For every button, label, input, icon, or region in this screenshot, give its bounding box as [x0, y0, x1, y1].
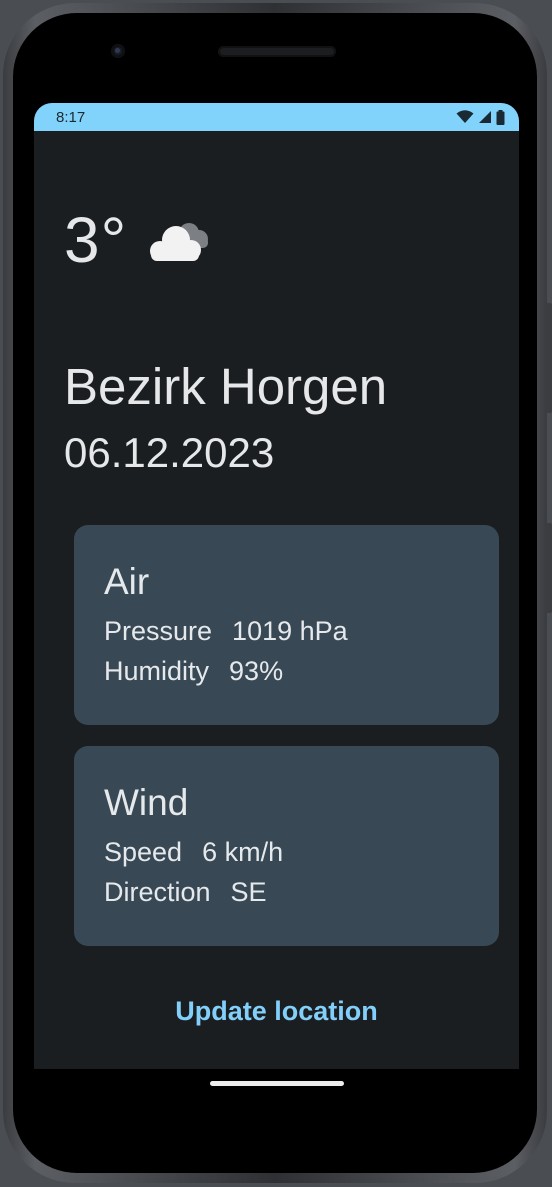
status-icons: [456, 109, 505, 125]
speed-label: Speed: [104, 837, 183, 867]
air-card-title: Air: [104, 561, 150, 602]
direction-label: Direction: [104, 877, 211, 907]
speed-value: 6 km/h: [202, 837, 284, 867]
update-location-button[interactable]: Update location: [34, 991, 519, 1031]
volume-button: [546, 303, 552, 413]
cloud-icon: [150, 223, 209, 261]
device-body: 8:17 3° Bezirk Horgen 06.12.2023 Air Pre…: [13, 13, 537, 1173]
power-button: [546, 523, 552, 613]
temperature-row: 3°: [64, 205, 213, 275]
pressure-value: 1019 hPa: [232, 616, 348, 646]
device-frame: 8:17 3° Bezirk Horgen 06.12.2023 Air Pre…: [3, 3, 552, 1183]
wind-card: Wind Speed 6 km/h Direction SE: [74, 746, 499, 946]
pressure-label: Pressure: [104, 616, 213, 646]
forecast-date: 06.12.2023: [64, 429, 275, 476]
direction-row: Direction SE: [104, 872, 469, 912]
air-card: Air Pressure 1019 hPa Humidity 93%: [74, 525, 499, 725]
temperature: 3°: [64, 204, 128, 276]
status-bar: 8:17: [34, 103, 519, 131]
status-time: 8:17: [56, 108, 86, 126]
battery-icon: [496, 109, 505, 125]
wifi-icon: [456, 110, 474, 123]
humidity-row: Humidity 93%: [104, 651, 469, 691]
earpiece-speaker: [218, 46, 336, 57]
location-name: Bezirk Horgen: [64, 358, 388, 415]
humidity-value: 93%: [229, 656, 284, 686]
home-indicator[interactable]: [210, 1081, 344, 1086]
direction-value: SE: [230, 877, 267, 907]
humidity-label: Humidity: [104, 656, 210, 686]
pressure-row: Pressure 1019 hPa: [104, 611, 469, 651]
speed-row: Speed 6 km/h: [104, 832, 469, 872]
app-screen: 8:17 3° Bezirk Horgen 06.12.2023 Air Pre…: [34, 103, 519, 1069]
wind-card-title: Wind: [104, 782, 189, 823]
front-camera: [111, 44, 125, 58]
cellular-signal-icon: [479, 111, 491, 123]
